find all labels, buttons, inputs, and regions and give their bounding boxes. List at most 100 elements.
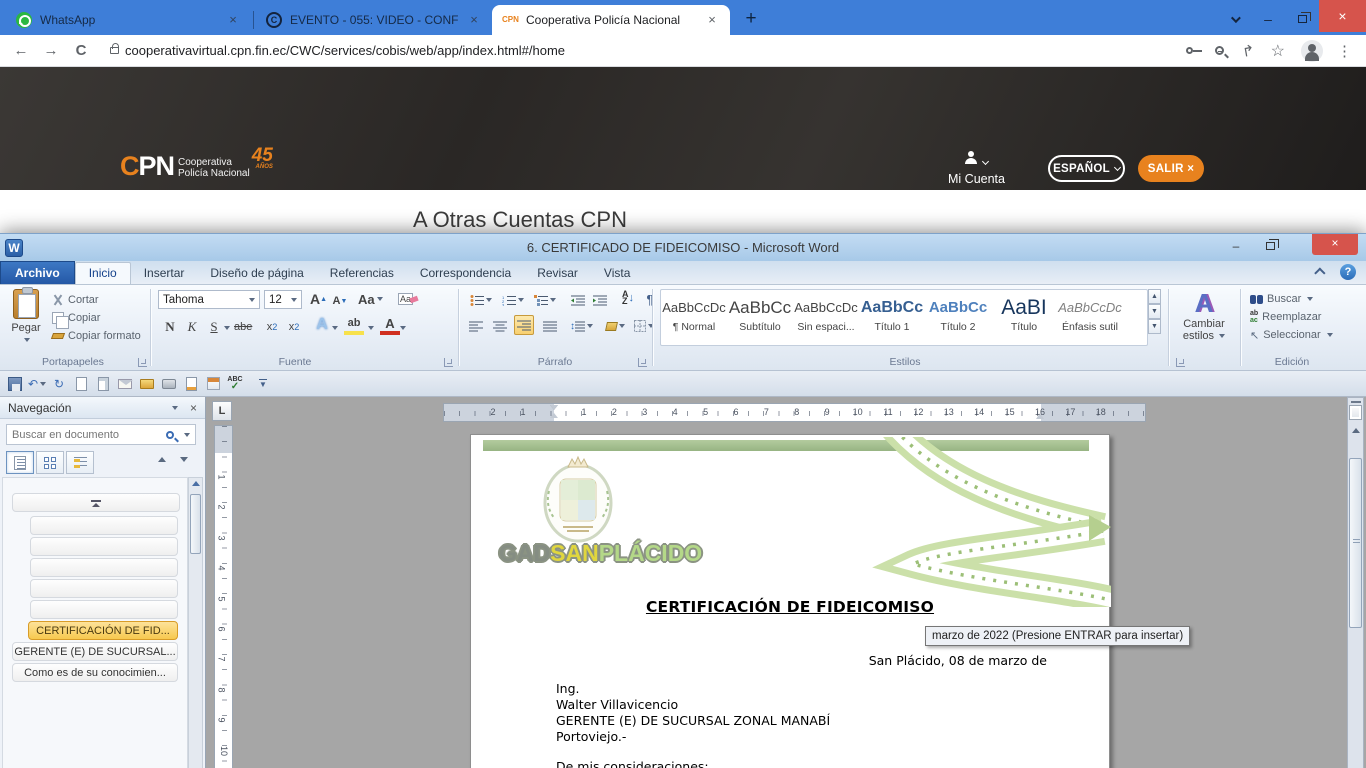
menu-dots-icon[interactable]: ⋮ bbox=[1337, 42, 1352, 60]
tab-revisar[interactable]: Revisar bbox=[524, 263, 591, 284]
multilevel-list-button[interactable] bbox=[532, 290, 558, 310]
superscript-button[interactable]: x2 bbox=[284, 317, 304, 337]
clear-formatting-button[interactable]: Aa bbox=[396, 289, 420, 309]
decrease-indent-button[interactable] bbox=[568, 290, 588, 310]
nav-item-blank[interactable] bbox=[30, 516, 178, 535]
language-button[interactable]: ESPAÑOL bbox=[1048, 155, 1125, 182]
bullets-button[interactable] bbox=[468, 290, 494, 310]
italic-button[interactable]: K bbox=[182, 317, 202, 337]
cut-button[interactable]: Cortar bbox=[52, 291, 141, 309]
save-icon[interactable] bbox=[6, 375, 24, 393]
underline-button[interactable]: S bbox=[204, 317, 224, 337]
tab-insertar[interactable]: Insertar bbox=[131, 263, 198, 284]
h-ruler[interactable]: 21123456789101112131415161718 bbox=[443, 403, 1146, 422]
grow-font-button[interactable]: A▲ bbox=[308, 289, 329, 309]
nav-item-blank[interactable] bbox=[30, 537, 178, 556]
close-window-button[interactable]: × bbox=[1319, 0, 1366, 32]
font-family-combo[interactable]: Tahoma bbox=[158, 290, 260, 309]
v-ruler[interactable]: 12345678910 bbox=[214, 425, 233, 768]
logout-button[interactable]: SALIR × bbox=[1138, 155, 1204, 182]
nav-list-scrollbar[interactable] bbox=[188, 477, 203, 768]
mail-attachment-icon[interactable] bbox=[116, 375, 134, 393]
previous-heading-icon[interactable] bbox=[158, 457, 166, 462]
tab-vista[interactable]: Vista bbox=[591, 263, 643, 284]
redo-icon[interactable]: ↻ bbox=[50, 375, 68, 393]
gallery-more-icon[interactable]: ▼ bbox=[1148, 319, 1161, 334]
tab-referencias[interactable]: Referencias bbox=[317, 263, 407, 284]
subscript-button[interactable]: x2 bbox=[262, 317, 282, 337]
highlight-color-button[interactable]: ab bbox=[344, 315, 364, 335]
shrink-font-button[interactable]: A▼ bbox=[330, 291, 350, 311]
underline-dropdown-icon[interactable] bbox=[224, 326, 230, 330]
cpn-logo[interactable]: CCPNPN CooperativaPolicía Nacional 45AÑO… bbox=[120, 151, 273, 182]
qat-more-icon[interactable]: ▼ bbox=[254, 375, 272, 393]
styles-dialog-launcher[interactable] bbox=[1176, 358, 1185, 367]
paste-button[interactable]: Pegar bbox=[4, 289, 48, 346]
nav-item-gerente[interactable]: GERENTE (E) DE SUCURSAL... bbox=[12, 642, 178, 661]
align-center-button[interactable] bbox=[490, 316, 510, 336]
nav-scroll-thumb[interactable] bbox=[190, 494, 201, 554]
font-dialog-launcher[interactable] bbox=[444, 358, 453, 367]
new-tab-button[interactable]: + bbox=[738, 8, 764, 30]
sort-button[interactable]: AZ↓ bbox=[618, 288, 638, 308]
font-color-button[interactable]: A bbox=[380, 315, 400, 335]
clipboard-dialog-launcher[interactable] bbox=[138, 358, 147, 367]
password-key-icon[interactable] bbox=[1186, 47, 1193, 54]
nav-tab-pages[interactable] bbox=[36, 451, 64, 474]
style-normal[interactable]: AaBbCcDc¶ Normal bbox=[661, 290, 727, 345]
style-subtitulo[interactable]: AaBbCcSubtítulo bbox=[727, 290, 793, 345]
nav-item-certificacion[interactable]: CERTIFICACIÓN DE FID... bbox=[28, 621, 178, 640]
style-titulo2[interactable]: AaBbCcTítulo 2 bbox=[925, 290, 991, 345]
lock-icon[interactable] bbox=[110, 47, 119, 54]
style-enfasis-sutil[interactable]: AaBbCcDcÉnfasis sutil bbox=[1057, 290, 1123, 345]
styles-gallery-scroll[interactable]: ▲ ▼ ▼ bbox=[1148, 289, 1161, 334]
nav-item-blank[interactable] bbox=[30, 600, 178, 619]
reload-icon[interactable]: C bbox=[66, 42, 96, 59]
find-button[interactable]: Buscar bbox=[1250, 290, 1333, 308]
gallery-icon[interactable] bbox=[204, 375, 222, 393]
doc-scroll-thumb[interactable] bbox=[1349, 458, 1362, 628]
split-handle[interactable] bbox=[1351, 401, 1361, 403]
tab-stop-selector[interactable]: L bbox=[212, 401, 232, 421]
nav-search-box[interactable] bbox=[6, 424, 196, 445]
tab-cpn[interactable]: CPN Cooperativa Policía Nacional × bbox=[492, 5, 730, 35]
share-icon[interactable]: ↱ bbox=[1241, 41, 1257, 61]
gallery-up-icon[interactable]: ▲ bbox=[1148, 289, 1161, 304]
text-effects-button[interactable]: A bbox=[312, 315, 332, 335]
search-magnifier-icon[interactable] bbox=[166, 431, 174, 439]
spellcheck-icon[interactable]: ABC✓ bbox=[226, 375, 244, 393]
shading-button[interactable] bbox=[604, 316, 627, 336]
undo-icon[interactable]: ↶ bbox=[28, 375, 46, 393]
nav-item-top[interactable] bbox=[12, 493, 180, 512]
bookmark-star-icon[interactable]: ☆ bbox=[1271, 41, 1285, 61]
align-left-button[interactable] bbox=[466, 316, 486, 336]
nav-pane-menu-icon[interactable] bbox=[172, 406, 178, 410]
new-document-icon[interactable] bbox=[94, 375, 112, 393]
change-styles-button[interactable]: A Cambiarestilos bbox=[1172, 290, 1236, 342]
tab-inicio[interactable]: Inicio bbox=[75, 262, 131, 284]
search-options-icon[interactable] bbox=[184, 433, 190, 437]
gallery-down-icon[interactable]: ▼ bbox=[1148, 304, 1161, 319]
help-icon[interactable]: ? bbox=[1340, 264, 1356, 280]
align-right-button[interactable] bbox=[514, 315, 534, 335]
format-painter-button[interactable]: Copiar formato bbox=[52, 327, 141, 345]
indent-marker[interactable] bbox=[550, 405, 559, 421]
nav-item-blank[interactable] bbox=[30, 579, 178, 598]
copy-button[interactable]: Copiar bbox=[52, 309, 141, 327]
select-button[interactable]: ↖Seleccionar bbox=[1250, 326, 1333, 344]
ruler-toggle-icon[interactable] bbox=[1349, 405, 1362, 420]
back-icon[interactable]: ← bbox=[6, 42, 36, 59]
font-size-combo[interactable]: 12 bbox=[264, 290, 302, 309]
tab-evento[interactable]: C EVENTO - 055: VIDEO - CONFERE × bbox=[256, 5, 492, 35]
scroll-up-icon[interactable] bbox=[192, 481, 200, 486]
url-text[interactable]: cooperativavirtual.cpn.fin.ec/CWC/servic… bbox=[125, 43, 565, 58]
document-page[interactable]: GADSANPLÁCIDO CERTIFICACIÓN DE FIDEICOMI… bbox=[470, 434, 1110, 768]
tab-whatsapp[interactable]: WhatsApp × bbox=[6, 5, 251, 35]
nav-tab-results[interactable] bbox=[66, 451, 94, 474]
quick-print-icon[interactable] bbox=[160, 375, 178, 393]
tab-close-icon[interactable]: × bbox=[225, 12, 241, 28]
bold-button[interactable]: N bbox=[160, 317, 180, 337]
tab-close-icon[interactable]: × bbox=[704, 12, 720, 28]
profile-avatar[interactable] bbox=[1301, 40, 1323, 62]
word-minimize-button[interactable]: – bbox=[1222, 237, 1250, 256]
